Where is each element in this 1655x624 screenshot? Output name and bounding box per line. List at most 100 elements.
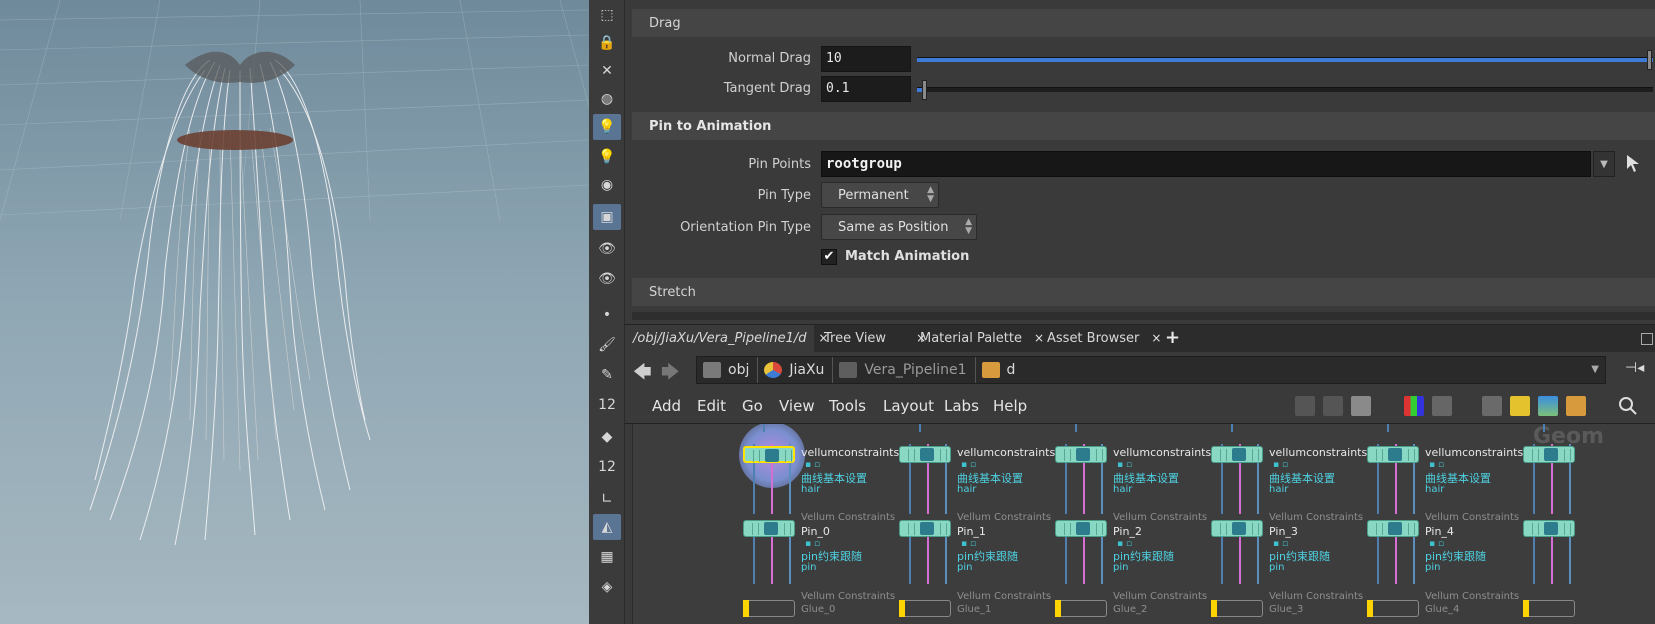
prim-icon[interactable]: ◆ xyxy=(593,424,621,450)
orientation-pin-type-menu[interactable]: Same as Position ▲ ▼ xyxy=(821,214,977,240)
bypass-flag[interactable] xyxy=(1367,600,1373,617)
pin-pane-icon[interactable]: ⊣◂ xyxy=(1625,360,1644,376)
menu-edit[interactable]: Edit xyxy=(697,397,726,415)
ghost-icon[interactable]: ✕ xyxy=(593,58,621,84)
bypass-flag[interactable] xyxy=(743,600,749,617)
panel-splitter[interactable] xyxy=(632,312,1655,320)
node-name[interactable]: vellumconstraints1 xyxy=(801,446,906,459)
node-name[interactable]: Glue_3 xyxy=(1269,604,1303,615)
node-name[interactable]: Pin_0 xyxy=(801,525,830,538)
prim-numbers-icon[interactable]: 12 xyxy=(593,454,621,480)
pin-points-dropdown-button[interactable]: ▼ xyxy=(1593,151,1615,177)
tab-network-path[interactable]: /obj/JiaXu/Vera_Pipeline1/d × xyxy=(625,325,829,353)
node-name[interactable]: Pin_2 xyxy=(1113,525,1142,538)
box-icon[interactable] xyxy=(1566,396,1586,416)
node-name[interactable]: vellumconstraints2 xyxy=(957,446,1062,459)
maximize-icon[interactable] xyxy=(1641,333,1653,345)
select-arrow-icon[interactable] xyxy=(1625,153,1645,175)
pin-node[interactable] xyxy=(1211,520,1263,537)
pin-node[interactable] xyxy=(743,520,795,537)
shading-icon[interactable]: ◍ xyxy=(593,86,621,112)
tangent-drag-slider-handle[interactable] xyxy=(922,80,928,100)
glue-node[interactable] xyxy=(1523,600,1575,617)
pin-to-animation-section-header[interactable]: Pin to Animation xyxy=(632,112,1655,140)
node-name[interactable]: vellumconstraints5 xyxy=(1425,446,1530,459)
breadcrumb-vera-pipeline[interactable]: Vera_Pipeline1 xyxy=(833,357,976,383)
camera-view-icon[interactable]: 👁 xyxy=(593,236,621,262)
light-settings-icon[interactable]: ◉ xyxy=(593,172,621,198)
tree-icon[interactable] xyxy=(1323,396,1343,416)
bypass-flag[interactable] xyxy=(1211,600,1217,617)
menu-view[interactable]: View xyxy=(779,397,815,415)
tab-material-palette[interactable]: Material Palette × xyxy=(912,325,1052,353)
bypass-flag[interactable] xyxy=(1055,600,1061,617)
vellumconstraints-node[interactable] xyxy=(743,446,795,463)
tools-icon[interactable] xyxy=(1295,396,1315,416)
node-name[interactable]: vellumconstraints3 xyxy=(1113,446,1218,459)
network-editor[interactable]: Geom vellumconstraints1 ▪ ▫ 曲线基本设置 hair Vell… xyxy=(632,424,1655,624)
menu-labs[interactable]: Labs xyxy=(944,397,979,415)
forward-arrow-icon[interactable]: 🡆 xyxy=(661,360,680,390)
vellumconstraints-node[interactable] xyxy=(1367,446,1419,463)
menu-tools[interactable]: Tools xyxy=(829,397,866,415)
headlight-icon[interactable]: 💡 xyxy=(593,144,621,170)
pin-type-menu[interactable]: Permanent ▲ ▼ xyxy=(821,182,939,208)
image-icon[interactable] xyxy=(1538,396,1558,416)
point-icon[interactable]: • xyxy=(593,302,621,328)
node-name[interactable]: Pin_3 xyxy=(1269,525,1298,538)
select-icon[interactable]: ⬚ xyxy=(593,2,621,28)
add-tab-icon[interactable]: + xyxy=(1165,327,1180,348)
breadcrumb-d[interactable]: d xyxy=(976,357,1024,383)
vellumconstraints-node[interactable] xyxy=(1523,446,1575,463)
match-animation-checkbox[interactable]: ✔ xyxy=(821,249,837,265)
node-name[interactable]: Glue_1 xyxy=(957,604,991,615)
vellumconstraints-node[interactable] xyxy=(1211,446,1263,463)
node-name[interactable]: vellumconstraints4 xyxy=(1269,446,1374,459)
glue-node[interactable] xyxy=(1367,600,1419,617)
node-name[interactable]: Pin_4 xyxy=(1425,525,1454,538)
node-name[interactable]: Glue_2 xyxy=(1113,604,1147,615)
scene-viewport[interactable] xyxy=(0,0,589,624)
template-icon[interactable]: ◭ xyxy=(593,514,621,540)
glue-node[interactable] xyxy=(899,600,951,617)
bypass-flag[interactable] xyxy=(899,600,905,617)
pin-node[interactable] xyxy=(1367,520,1419,537)
menu-layout[interactable]: Layout xyxy=(883,397,934,415)
glue-node[interactable] xyxy=(1055,600,1107,617)
tangent-drag-field[interactable]: 0.1 xyxy=(821,76,911,102)
normal-drag-field[interactable]: 10 xyxy=(821,46,911,72)
tangent-drag-slider[interactable] xyxy=(917,80,1653,100)
drag-section-header[interactable]: Drag xyxy=(632,9,1655,37)
brush-icon[interactable]: 🖌 xyxy=(593,332,621,358)
normal-drag-slider[interactable] xyxy=(917,50,1653,70)
snapshot-icon[interactable]: ◈ xyxy=(593,574,621,600)
breadcrumb-obj[interactable]: obj xyxy=(697,357,759,383)
normal-drag-slider-handle[interactable] xyxy=(1647,50,1652,70)
point-numbers-icon[interactable]: 12 xyxy=(593,392,621,418)
lock-icon[interactable]: 🔒 xyxy=(593,30,621,56)
back-arrow-icon[interactable]: 🡄 xyxy=(633,360,652,390)
vellumconstraints-node[interactable] xyxy=(1055,446,1107,463)
pin-node[interactable] xyxy=(1523,520,1575,537)
glue-node[interactable] xyxy=(743,600,795,617)
menu-add[interactable]: Add xyxy=(652,397,681,415)
chevron-down-icon[interactable]: ▼ xyxy=(1591,364,1599,375)
close-icon[interactable]: × xyxy=(1151,331,1161,345)
pin-node[interactable] xyxy=(899,520,951,537)
dropper-icon[interactable]: ✎ xyxy=(593,362,621,388)
bypass-flag[interactable] xyxy=(1523,600,1529,617)
normals-icon[interactable]: ∟ xyxy=(593,486,621,512)
breadcrumb-jiaxu[interactable]: JiaXu xyxy=(758,357,834,383)
light-icon[interactable]: 💡 xyxy=(593,114,621,140)
sticky-note-icon[interactable] xyxy=(1510,396,1530,416)
list-icon[interactable] xyxy=(1351,396,1371,416)
node-name[interactable]: Glue_0 xyxy=(801,604,835,615)
texture-icon[interactable]: ▦ xyxy=(593,544,621,570)
vellumconstraints-node[interactable] xyxy=(899,446,951,463)
menu-go[interactable]: Go xyxy=(742,397,763,415)
search-icon[interactable] xyxy=(1618,396,1638,416)
node-name[interactable]: Pin_1 xyxy=(957,525,986,538)
menu-help[interactable]: Help xyxy=(993,397,1027,415)
pin-node[interactable] xyxy=(1055,520,1107,537)
glue-node[interactable] xyxy=(1211,600,1263,617)
